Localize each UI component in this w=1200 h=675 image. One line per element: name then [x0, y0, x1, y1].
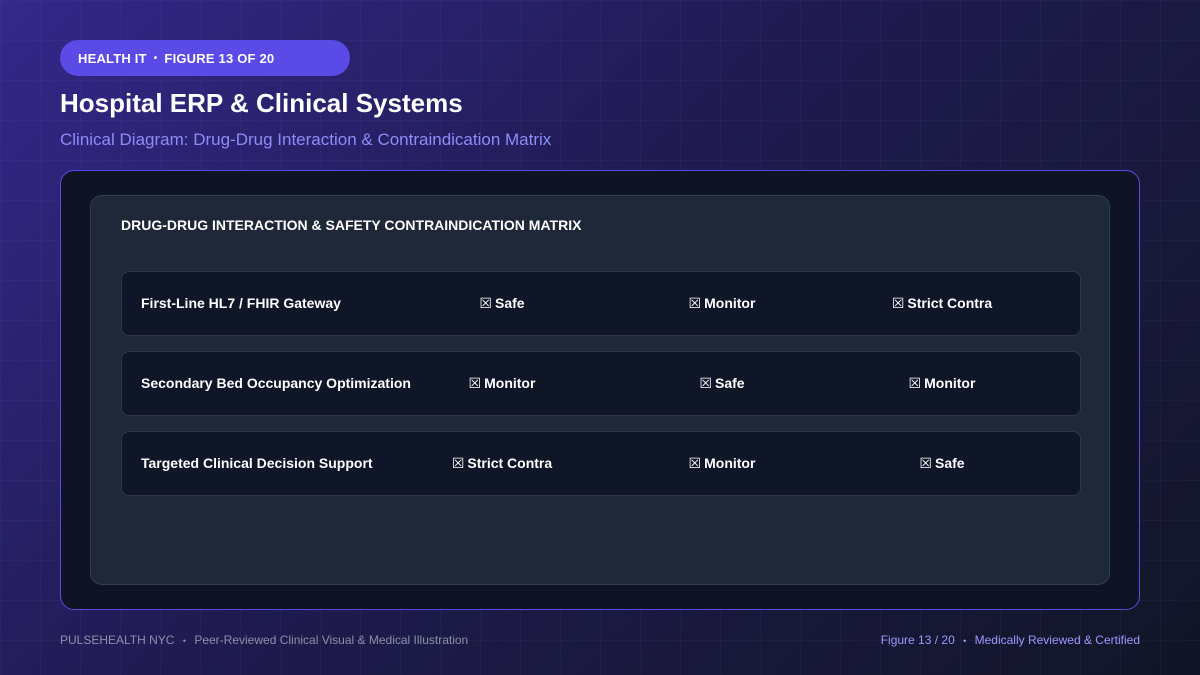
cell-status: Monitor — [704, 455, 756, 471]
cell-status: Monitor — [924, 375, 976, 391]
badge-figure: FIGURE 13 OF 20 — [164, 50, 275, 66]
matrix-cell: ☒ Monitor — [622, 432, 822, 495]
matrix-cell: ☒ Strict Contra — [402, 432, 602, 495]
badge-separator: • — [153, 52, 158, 64]
footer-tagline: Peer-Reviewed Clinical Visual & Medical … — [194, 633, 469, 647]
matrix-cell: ☒ Safe — [842, 432, 1042, 495]
row-label: Targeted Clinical Decision Support — [141, 455, 373, 471]
cell-status: Safe — [714, 375, 745, 391]
footer-separator: • — [963, 636, 967, 646]
checkbox-cross-icon: ☒ — [688, 295, 702, 311]
cell-status: Safe — [934, 455, 965, 471]
matrix-cell: ☒ Safe — [402, 272, 602, 335]
page-subtitle: Clinical Diagram: Drug-Drug Interaction … — [60, 130, 552, 149]
footer-figure: Figure 13 / 20 — [880, 633, 955, 647]
matrix-row: Targeted Clinical Decision Support ☒ Stri… — [121, 431, 1081, 496]
matrix-panel: DRUG-DRUG INTERACTION & SAFETY CONTRAIND… — [90, 195, 1110, 585]
row-label: First-Line HL7 / FHIR Gateway — [141, 295, 341, 311]
diagram-frame: DRUG-DRUG INTERACTION & SAFETY CONTRAIND… — [60, 170, 1140, 610]
checkbox-cross-icon: ☒ — [908, 375, 922, 391]
matrix-title: DRUG-DRUG INTERACTION & SAFETY CONTRAIND… — [121, 217, 582, 233]
cell-status: Strict Contra — [467, 455, 553, 471]
matrix-cell: ☒ Strict Contra — [842, 272, 1042, 335]
checkbox-cross-icon: ☒ — [891, 295, 905, 311]
page-title: Hospital ERP & Clinical Systems — [60, 88, 463, 118]
checkbox-cross-icon: ☒ — [451, 455, 465, 471]
checkbox-cross-icon: ☒ — [468, 375, 482, 391]
footer-separator: • — [182, 636, 186, 646]
matrix-row: Secondary Bed Occupancy Optimization ☒ Mo… — [121, 351, 1081, 416]
checkbox-cross-icon: ☒ — [479, 295, 492, 311]
checkbox-cross-icon: ☒ — [688, 455, 702, 471]
checkbox-cross-icon: ☒ — [699, 375, 712, 391]
matrix-cell: ☒ Safe — [622, 352, 822, 415]
cell-status: Monitor — [484, 375, 536, 391]
cell-status: Safe — [494, 295, 525, 311]
checkbox-cross-icon: ☒ — [919, 455, 932, 471]
figure-badge: HEALTH IT • FIGURE 13 OF 20 — [60, 40, 350, 76]
row-label: Secondary Bed Occupancy Optimization — [141, 375, 411, 391]
footer-figure-info: Figure 13 / 20 • Medically Reviewed & Ce… — [881, 633, 1140, 647]
cell-status: Monitor — [704, 295, 756, 311]
matrix-cell: ☒ Monitor — [622, 272, 822, 335]
matrix-cell: ☒ Monitor — [402, 352, 602, 415]
cell-status: Strict Contra — [907, 295, 993, 311]
footer-credit: PULSEHEALTH NYC • Peer-Reviewed Clinical… — [60, 633, 468, 647]
matrix-cell: ☒ Monitor — [842, 352, 1042, 415]
footer-certification: Medically Reviewed & Certified — [974, 633, 1140, 647]
matrix-row: First-Line HL7 / FHIR Gateway ☒ Safe ☒ Mon… — [121, 271, 1081, 336]
footer-org: PULSEHEALTH NYC — [60, 633, 175, 647]
badge-category: HEALTH IT — [78, 50, 147, 66]
